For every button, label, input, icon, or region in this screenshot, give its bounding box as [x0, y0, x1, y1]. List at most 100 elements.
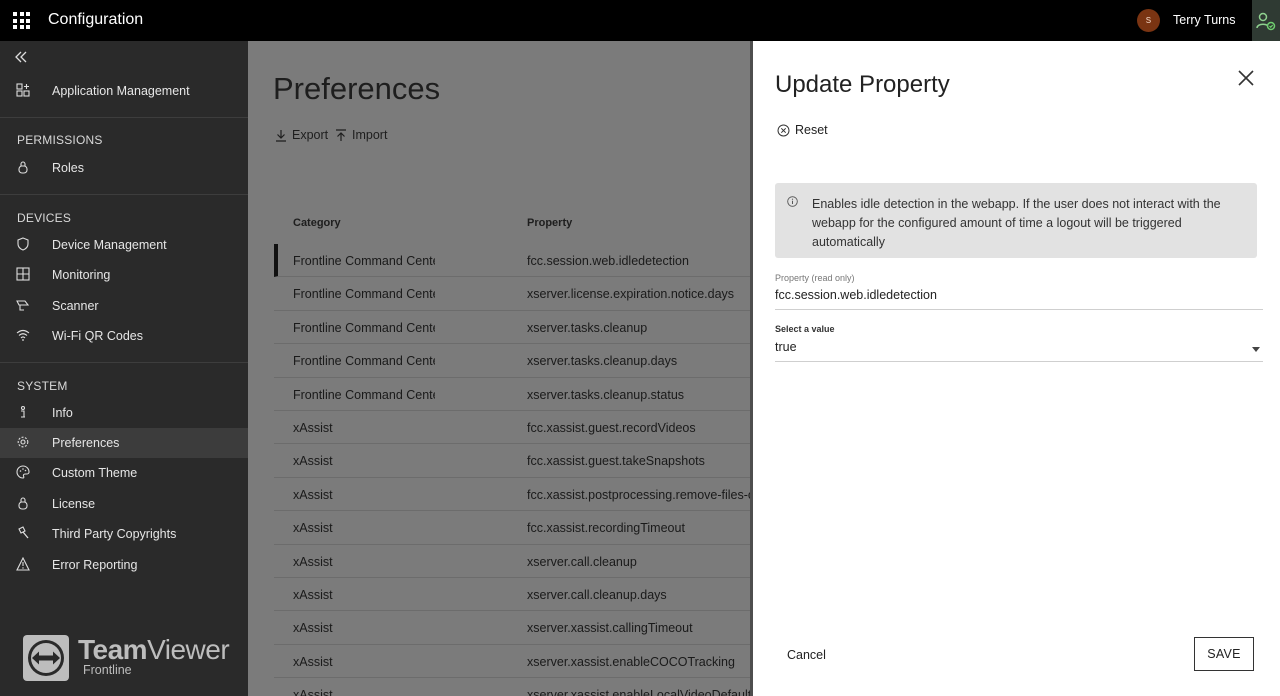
cell-property: xserver.xassist.callingTimeout — [527, 621, 693, 636]
reset-button[interactable]: Reset — [777, 123, 828, 137]
table-row[interactable]: xAssist xserver.xassist.enableLocalVideoD… — [274, 678, 750, 696]
cell-property: xserver.xassist.enableLocalVideoDefault — [527, 688, 750, 696]
save-button[interactable]: SAVE — [1194, 637, 1254, 671]
table-row[interactable]: xAssist xserver.xassist.callingTimeout — [274, 611, 750, 645]
close-icon[interactable] — [1237, 69, 1255, 87]
cell-category: xAssist — [293, 621, 333, 636]
upload-icon — [336, 128, 346, 141]
sidebar-item-label: Third Party Copyrights — [52, 527, 177, 541]
table-row[interactable]: Frontline Command Center xserver.tasks.cl… — [274, 378, 750, 411]
sidebar: Application Management PERMISSIONS Roles… — [0, 41, 248, 696]
column-header-property[interactable]: Property — [527, 217, 572, 229]
cell-category: xAssist — [293, 421, 333, 435]
table-row[interactable]: xAssist xserver.xassist.enableCOCOTrackin… — [274, 645, 750, 679]
field-label: Property (read only) — [775, 273, 855, 283]
table-row[interactable]: xAssist fcc.xassist.guest.recordVideos — [274, 411, 750, 445]
table-row[interactable]: Frontline Command Center xserver.tasks.cl… — [274, 344, 750, 378]
chevron-down-icon — [1252, 347, 1260, 352]
top-bar: Configuration s Terry Turns — [0, 0, 1280, 41]
sidebar-item-application-management[interactable]: Application Management — [0, 76, 248, 106]
preferences-page: Preferences Export Import Category Prope… — [248, 41, 750, 696]
user-status-tile[interactable] — [1252, 0, 1280, 41]
export-button[interactable]: Export — [275, 128, 328, 142]
import-button[interactable]: Import — [335, 128, 387, 142]
cell-category: Frontline Command Center — [293, 354, 435, 369]
table-row[interactable]: Frontline Command Center fcc.session.web.… — [274, 244, 750, 278]
cell-property: xserver.tasks.cleanup.days — [527, 354, 678, 369]
sidebar-item-preferences[interactable]: Preferences — [0, 428, 248, 458]
field-value: fcc.session.web.idledetection — [775, 288, 937, 302]
sidebar-item-wifi-qr-codes[interactable]: Wi-Fi QR Codes — [0, 321, 248, 351]
divider — [0, 362, 248, 363]
user-name[interactable]: Terry Turns — [1173, 13, 1236, 27]
info-icon — [787, 196, 798, 207]
selected-value: true — [775, 340, 797, 354]
table-row[interactable]: Frontline Command Center xserver.license.… — [274, 277, 750, 311]
cell-category: xAssist — [293, 487, 333, 502]
cell-property: fcc.session.web.idledetection — [527, 254, 689, 268]
table-row[interactable]: xAssist fcc.xassist.postprocessing.remove… — [274, 478, 750, 512]
sidebar-item-custom-theme[interactable]: Custom Theme — [0, 458, 248, 488]
property-description: Enables idle detection in the webapp. If… — [775, 183, 1257, 258]
sidebar-item-roles[interactable]: Roles — [0, 153, 248, 183]
cell-category: Frontline Command Center — [293, 387, 435, 402]
column-header-category[interactable]: Category — [293, 217, 341, 229]
reset-label: Reset — [795, 123, 828, 137]
shield-icon — [17, 237, 29, 251]
collapse-sidebar-icon[interactable] — [14, 51, 28, 63]
sidebar-item-label: License — [52, 497, 96, 511]
sidebar-item-license[interactable]: License — [0, 489, 248, 519]
app-title: Configuration — [48, 11, 144, 28]
gavel-icon — [18, 526, 29, 539]
section-heading-devices: DEVICES — [17, 211, 72, 225]
warning-icon — [16, 557, 30, 571]
cell-property: fcc.xassist.postprocessing.remove-files-… — [527, 487, 750, 502]
sidebar-item-label: Application Management — [52, 84, 190, 98]
cell-category: Frontline Command Center — [293, 254, 435, 268]
dashboard-grid-icon — [16, 267, 30, 281]
gear-icon — [17, 436, 29, 448]
sidebar-item-error-reporting[interactable]: Error Reporting — [0, 550, 248, 580]
cell-property: xserver.xassist.enableCOCOTracking — [527, 654, 735, 669]
cell-property: xserver.call.cleanup.days — [527, 588, 667, 602]
lock-icon — [18, 161, 28, 174]
teamviewer-logo-icon — [23, 635, 69, 681]
cell-category: xAssist — [293, 688, 333, 696]
sidebar-item-monitoring[interactable]: Monitoring — [0, 260, 248, 290]
table-row[interactable]: Frontline Command Center xserver.tasks.cl… — [274, 311, 750, 345]
cell-category: xAssist — [293, 454, 333, 469]
description-text: Enables idle detection in the webapp. If… — [812, 197, 1221, 249]
apps-grid-icon[interactable] — [13, 12, 30, 29]
cell-category: xAssist — [293, 588, 333, 602]
sidebar-item-label: Wi-Fi QR Codes — [52, 329, 143, 343]
cancel-button[interactable]: Cancel — [775, 639, 835, 671]
sidebar-item-label: Custom Theme — [52, 466, 138, 480]
cell-category: Frontline Command Center — [293, 287, 435, 302]
sidebar-item-device-management[interactable]: Device Management — [0, 230, 248, 260]
sidebar-item-info[interactable]: Info — [0, 398, 248, 428]
grid-plus-icon — [16, 83, 30, 97]
table-row[interactable]: xAssist fcc.xassist.guest.takeSnapshots — [274, 444, 750, 478]
sidebar-item-third-party-copyrights[interactable]: Third Party Copyrights — [0, 519, 248, 549]
lock-icon — [18, 497, 28, 510]
cell-property: fcc.xassist.guest.takeSnapshots — [527, 454, 705, 469]
download-icon — [276, 129, 286, 142]
table-row[interactable]: xAssist fcc.xassist.recordingTimeout — [274, 511, 750, 545]
cell-category: xAssist — [293, 554, 333, 569]
table-row[interactable]: xAssist xserver.call.cleanup.days — [274, 578, 750, 612]
page-title: Preferences — [273, 71, 441, 106]
sidebar-item-label: Error Reporting — [52, 558, 138, 572]
sidebar-item-label: Preferences — [52, 436, 120, 450]
table-row[interactable]: xAssist xserver.call.cleanup — [274, 545, 750, 578]
cell-property: fcc.xassist.recordingTimeout — [527, 521, 685, 536]
palette-icon — [16, 465, 30, 479]
scanner-icon — [16, 300, 30, 311]
export-label: Export — [292, 128, 329, 142]
divider — [0, 117, 248, 118]
avatar[interactable]: s — [1137, 9, 1160, 32]
cell-property: xserver.license.expiration.notice.days — [527, 287, 735, 302]
sidebar-item-scanner[interactable]: Scanner — [0, 291, 248, 321]
sidebar-item-label: Roles — [52, 161, 84, 175]
value-select[interactable]: Select a value true — [775, 324, 1263, 362]
sidebar-item-label: Monitoring — [52, 268, 111, 282]
